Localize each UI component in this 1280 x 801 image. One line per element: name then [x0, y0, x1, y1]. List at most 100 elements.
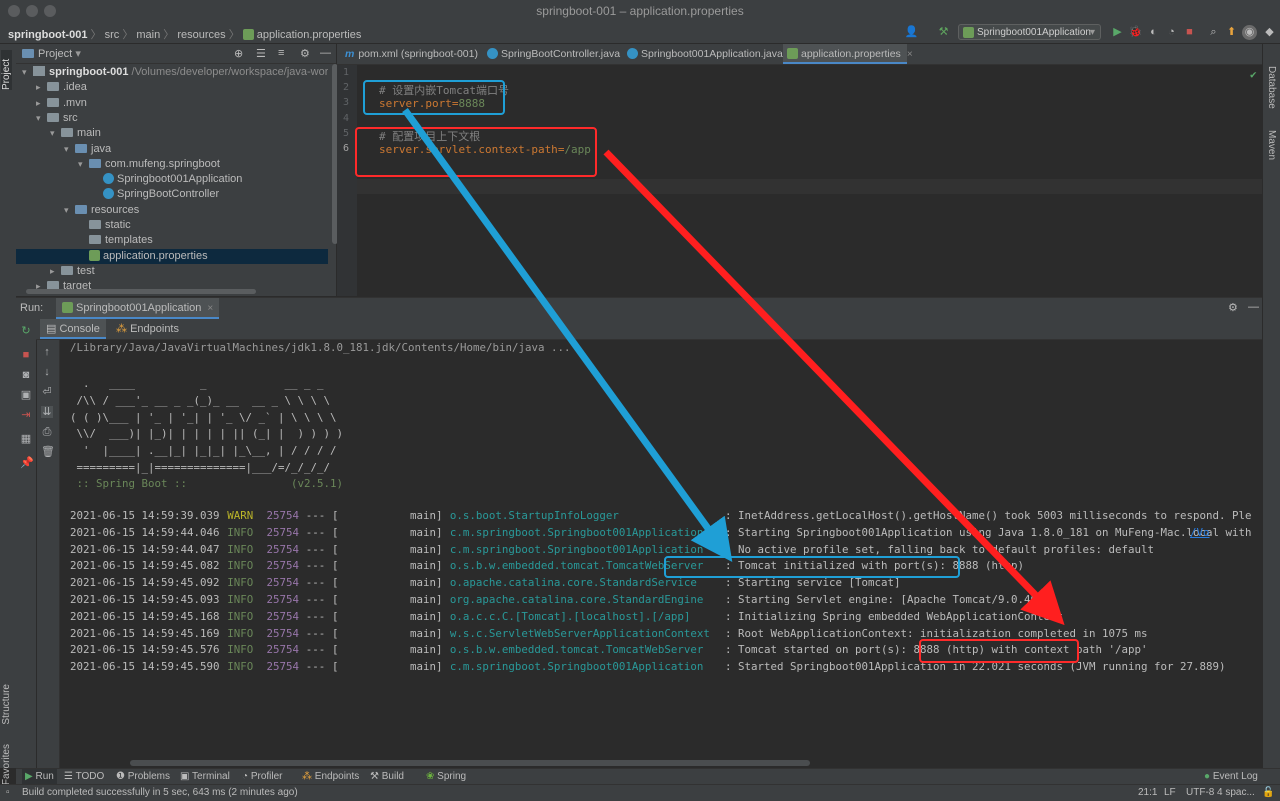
stop-icon[interactable]: ■ — [1182, 25, 1197, 40]
tree-item[interactable]: templates — [16, 233, 328, 248]
camera-icon[interactable]: ◙ — [20, 369, 32, 381]
breadcrumb-file[interactable]: application.properties — [257, 29, 362, 41]
close-icon[interactable]: × — [207, 303, 213, 314]
stop-icon[interactable]: ■ — [20, 349, 32, 361]
breadcrumb-project[interactable]: springboot-001 — [8, 29, 87, 41]
maven-tool-button[interactable]: Maven — [1266, 130, 1277, 160]
code-line[interactable]: # 设置内嵌Tomcat端口号 — [379, 82, 509, 98]
dump-threads-icon[interactable]: ▣ — [20, 389, 32, 401]
log-link[interactable]: /Vo — [1190, 526, 1210, 540]
expand-all-icon[interactable]: ☰ — [256, 47, 266, 60]
editor-tab[interactable]: Springboot001Application.java — [623, 44, 783, 64]
structure-tool-button[interactable]: Structure — [1, 684, 12, 725]
run-configuration-select[interactable]: Springboot001Application ▾ — [958, 24, 1101, 40]
code-line[interactable]: server.servlet.context-path=/app — [379, 143, 591, 156]
editor-tab[interactable]: application.properties × — [783, 44, 913, 64]
tree-item[interactable]: SpringBootController — [16, 187, 328, 202]
line-separator[interactable]: LF — [1164, 787, 1176, 798]
soft-wrap-icon[interactable]: ⏎ — [41, 386, 53, 398]
chevron-down-icon[interactable]: ▾ — [64, 142, 75, 157]
chevron-down-icon[interactable]: ▾ — [64, 203, 75, 218]
hide-icon[interactable]: — — [320, 47, 331, 59]
project-tool-button[interactable]: Project — [1, 50, 12, 90]
lock-icon[interactable]: 🔓 — [1262, 787, 1274, 798]
pin-icon[interactable]: 📌 — [20, 457, 34, 469]
run-tab[interactable]: Springboot001Application × — [56, 298, 220, 319]
layout-icon[interactable]: ▦ — [20, 433, 32, 445]
arrow-down-icon[interactable]: ↓ — [41, 366, 53, 378]
avatar[interactable]: ◉ — [1242, 25, 1257, 40]
print-icon[interactable]: ⎙ — [41, 426, 53, 438]
collapse-all-icon[interactable]: ≡ — [278, 47, 284, 59]
favorites-tool-button[interactable]: Favorites — [1, 744, 12, 785]
exit-icon[interactable]: ⇥ — [20, 409, 32, 421]
search-icon[interactable]: ⌕ — [1206, 25, 1221, 40]
tree-item[interactable]: ▾ main — [16, 126, 328, 141]
project-view-select[interactable]: Project ▾ — [22, 47, 81, 60]
arrow-up-icon[interactable]: ↑ — [41, 346, 53, 358]
chevron-down-icon[interactable]: ▾ — [50, 126, 61, 141]
update-icon[interactable]: ⬆ — [1224, 25, 1239, 40]
tool-window-todo[interactable]: ☰ TODO — [64, 771, 104, 782]
database-tool-button[interactable]: Database — [1266, 66, 1277, 109]
scroll-to-end-icon[interactable]: ⇊ — [41, 406, 53, 418]
chevron-right-icon[interactable]: ▸ — [36, 80, 47, 95]
chevron-right-icon[interactable]: ▸ — [36, 96, 47, 111]
close-icon[interactable]: × — [907, 49, 913, 60]
rerun-icon[interactable]: ↻ — [20, 325, 32, 337]
debug-icon[interactable]: 🐞 — [1128, 25, 1143, 40]
run-icon[interactable]: ▶ — [1110, 25, 1125, 40]
code-editor[interactable]: 1 2 3 4 5 6 # 设置内嵌Tomcat端口号 server.port=8888 # … — [337, 65, 1262, 296]
ide-logo-icon[interactable]: ◆ — [1262, 25, 1277, 40]
chevron-down-icon[interactable]: ▾ — [22, 65, 33, 80]
tab-endpoints[interactable]: ⁂ Endpoints — [110, 319, 185, 339]
tree-item[interactable]: ▾ java — [16, 142, 328, 157]
coverage-icon[interactable]: ◐ — [1146, 25, 1161, 40]
breadcrumb-resources[interactable]: resources — [177, 29, 225, 41]
tree-item[interactable]: ▾ com.mufeng.springboot — [16, 157, 328, 172]
tool-window-spring[interactable]: ❀ Spring — [426, 771, 466, 782]
tool-window-problems[interactable]: ❶ Problems — [116, 771, 170, 782]
tool-window-build[interactable]: ⚒ Build — [370, 771, 404, 782]
chevron-down-icon[interactable]: ▾ — [78, 157, 89, 172]
tool-window-terminal[interactable]: ▣ Terminal — [180, 771, 230, 782]
tool-window-endpoints[interactable]: ⁂ Endpoints — [302, 771, 359, 782]
tree-item[interactable]: ▸ test — [16, 264, 328, 279]
tool-window-run[interactable]: ▶ Run — [22, 769, 57, 785]
locate-icon[interactable]: ⊕ — [234, 47, 243, 60]
project-horizontal-scrollbar[interactable] — [26, 289, 256, 294]
tab-console[interactable]: ▤ Console — [40, 319, 106, 339]
editor-tab[interactable]: m pom.xml (springboot-001) — [341, 44, 481, 64]
code-line[interactable]: # 配置项目上下文根 — [379, 128, 480, 144]
status-message[interactable]: Build completed successfully in 5 sec, 6… — [22, 787, 298, 798]
tree-item[interactable]: ▸ .idea — [16, 80, 328, 95]
tree-item[interactable]: application.properties — [16, 248, 328, 264]
tree-item[interactable]: ▾ springboot-001 /Volumes/developer/works… — [16, 65, 328, 80]
tree-item[interactable]: ▸ .mvn — [16, 96, 328, 111]
tree-item[interactable]: static — [16, 218, 328, 233]
code-line[interactable]: server.port=8888 — [379, 97, 485, 110]
tree-item[interactable]: ▾ resources — [16, 203, 328, 218]
gear-icon[interactable]: ⚙ — [300, 47, 310, 60]
user-icon[interactable]: 👤 — [904, 25, 919, 40]
tree-item[interactable]: Springboot001Application — [16, 172, 328, 187]
breadcrumb-src[interactable]: src — [105, 29, 120, 41]
current-line-highlight — [357, 179, 1262, 194]
hide-icon[interactable]: — — [1248, 301, 1259, 313]
chevron-down-icon[interactable]: ▾ — [36, 111, 47, 126]
tool-window-profiler[interactable]: ◔ Profiler — [242, 771, 283, 782]
console-output[interactable]: /Library/Java/JavaVirtualMachines/jdk1.8… — [60, 340, 1252, 768]
event-log-button[interactable]: ● Event Log — [1204, 771, 1258, 782]
profile-icon[interactable]: ◔ — [1164, 25, 1179, 40]
breadcrumb-main[interactable]: main — [136, 29, 160, 41]
indent-setting[interactable]: 4 spac... — [1217, 787, 1255, 798]
tree-item[interactable]: ▾ src — [16, 111, 328, 126]
editor-tab[interactable]: SpringBootController.java — [483, 44, 621, 64]
trash-icon[interactable]: 🗑 — [41, 446, 55, 458]
caret-position[interactable]: 21:1 — [1138, 787, 1157, 798]
console-horizontal-scrollbar[interactable] — [130, 760, 810, 766]
hammer-icon[interactable]: ⚒ — [936, 25, 951, 40]
chevron-right-icon[interactable]: ▸ — [50, 264, 61, 279]
file-encoding[interactable]: UTF-8 — [1186, 787, 1214, 798]
gear-icon[interactable]: ⚙ — [1228, 301, 1238, 314]
